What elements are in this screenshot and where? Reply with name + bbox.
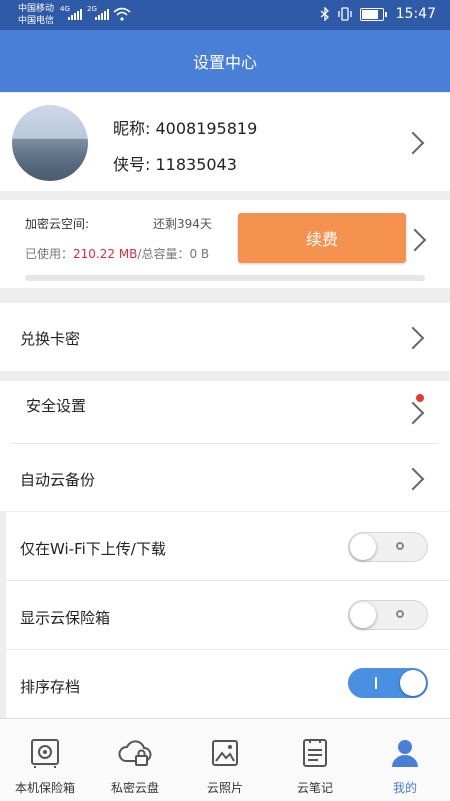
settings-group-1: 安全设置 自动云备份 [0,381,450,511]
chevron-right-icon [401,467,425,491]
safe-icon [31,739,59,768]
sort-archive-row: 排序存档 [6,650,450,718]
show-vault-label: 显示云保险箱 [20,609,111,627]
vibrate-icon [337,7,352,21]
nav-label: 我的 [392,781,417,795]
show-vault-row: 显示云保险箱 [6,581,450,649]
notification-dot [416,394,424,402]
nav-item-cloud-notes[interactable]: 云笔记 [270,719,360,801]
chevron-right-icon[interactable] [403,228,427,252]
storage-progress-bar [25,275,425,281]
nav-item-mine[interactable]: 我的 [360,719,450,801]
photo-icon [212,740,238,766]
signal-2-icon [95,9,109,20]
nav-label: 云照片 [206,781,243,795]
bottom-nav: 本机保险箱 私密云盘 云照片 云笔记 我的 [0,718,450,801]
nav-item-cloud-photos[interactable]: 云照片 [180,719,270,801]
redeem-label: 兑换卡密 [20,330,81,348]
profile-card[interactable]: 昵称: 4008195819 侠号: 11835043 [0,93,450,191]
avatar[interactable] [12,105,88,181]
page-title: 设置中心 [192,53,257,72]
used-value: 210.22 MB [73,247,138,261]
renew-button[interactable]: 续费 [238,213,406,263]
nav-label: 本机保险箱 [14,781,75,795]
auto-backup-label: 自动云备份 [20,471,96,489]
chevron-right-icon [401,401,425,425]
status-bar: 中国移动 中国电信 4G 2G 15:47 [0,0,450,30]
show-vault-toggle[interactable] [348,600,428,630]
storage-usage: 已使用：210.22 MB/总容量：0 B [25,245,209,262]
carrier-2: 中国电信 [18,16,55,26]
nav-item-private-cloud[interactable]: 私密云盘 [90,719,180,801]
used-prefix: 已使用： [25,247,74,261]
battery-icon [359,7,387,21]
wifi-icon [113,7,131,21]
settings-group-2: 仅在Wi-Fi下上传/下载 显示云保险箱 排序存档 [6,512,450,718]
person-icon [392,740,418,767]
sort-archive-label: 排序存档 [20,678,81,696]
storage-remaining: 还剩394天 [153,217,212,231]
xia-id-label: 侠号: 11835043 [113,155,237,174]
nickname-label: 昵称: 4008195819 [113,119,258,138]
auto-backup-row[interactable]: 自动云备份 [0,444,450,511]
nav-label: 私密云盘 [110,781,159,795]
wifi-only-label: 仅在Wi-Fi下上传/下载 [20,540,166,558]
carrier-info: 中国移动 中国电信 [18,3,54,27]
storage-label: 加密云空间: [25,217,90,231]
security-settings-row[interactable]: 安全设置 [0,381,450,443]
storage-card: 加密云空间: 还剩394天 已使用：210.22 MB/总容量：0 B 续费 [0,200,450,288]
carrier-1: 中国移动 [18,4,55,14]
wifi-only-toggle[interactable] [348,532,428,562]
nav-item-local-vault[interactable]: 本机保险箱 [0,719,90,801]
security-label: 安全设置 [26,397,87,415]
sort-archive-toggle[interactable] [348,668,428,698]
clock: 15:47 [395,6,436,22]
chevron-right-icon [401,326,425,350]
redeem-card-row[interactable]: 兑换卡密 [0,303,450,371]
status-right: 15:47 [320,6,436,22]
note-icon [303,739,327,767]
chevron-right-icon [401,131,425,155]
signal-1-icon [68,9,82,20]
total-capacity: /总容量：0 B [137,247,210,261]
app-header: 设置中心 [0,30,450,92]
bluetooth-icon [320,7,329,21]
cloud-lock-icon [118,740,152,766]
wifi-only-row: 仅在Wi-Fi下上传/下载 [6,512,450,580]
nav-label: 云笔记 [296,781,333,795]
